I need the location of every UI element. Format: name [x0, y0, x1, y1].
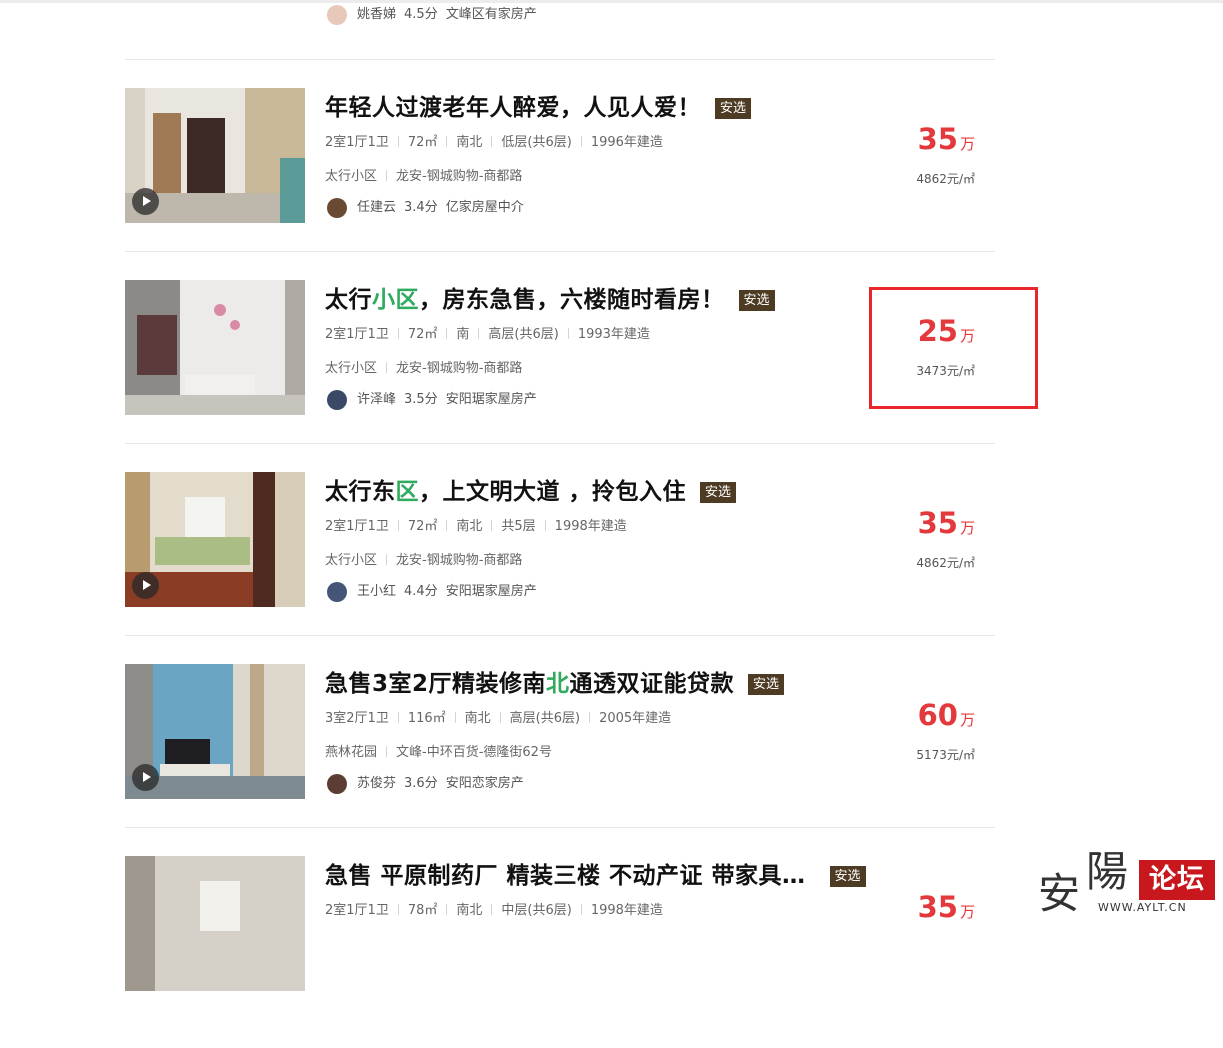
listing-attributes: 2室1厅1卫 78㎡ 南北 中层(共6层) 1998年建造: [325, 903, 663, 918]
anxuan-badge: 安选: [738, 290, 775, 311]
highlight-box: [869, 287, 1038, 409]
listing-attributes: 2室1厅1卫 72㎡ 南北 共5层 1998年建造: [325, 519, 627, 534]
divider: [125, 59, 995, 60]
community-link[interactable]: 太行小区: [325, 553, 377, 568]
unit-price: 4862元/㎡: [916, 556, 975, 570]
agent-name[interactable]: 姚香娣: [357, 7, 396, 22]
divider: [125, 251, 995, 252]
listing-photo[interactable]: [125, 472, 305, 607]
agent-info: 姚香娣 4.5分 文峰区有家房产: [327, 3, 537, 25]
agency-name[interactable]: 安阳恋家房产: [446, 776, 524, 791]
community-link[interactable]: 太行小区: [325, 361, 377, 376]
agency-name[interactable]: 安阳琚家屋房产: [446, 584, 537, 599]
agent-avatar: [327, 389, 347, 410]
total-price: 35 万: [917, 506, 975, 540]
agent-avatar: [327, 197, 347, 218]
listing-title[interactable]: 太行东区，上文明大道 ，拎包入住 安选: [325, 472, 737, 506]
divider: [125, 443, 995, 444]
anxuan-badge: 安选: [700, 482, 737, 503]
area-link[interactable]: 龙安-钢城购物-商都路: [396, 361, 522, 376]
agent-score: 3.5分: [404, 392, 438, 407]
listing-title[interactable]: 年轻人过渡老年人醉爱，人见人爱！ 安选: [325, 88, 752, 122]
anxuan-badge: 安选: [829, 866, 866, 887]
listing-photo[interactable]: [125, 280, 305, 415]
listing-location: 太行小区 龙安-钢城购物-商都路: [325, 165, 522, 184]
agent-score: 4.5分: [404, 7, 438, 22]
listing-title[interactable]: 急售 平原制药厂 精装三楼 不动产证 带家具… 安选: [325, 856, 866, 890]
agent-avatar: [327, 773, 347, 794]
listing-photo[interactable]: [125, 856, 305, 991]
area-link[interactable]: 文峰-中环百货-德隆街62号: [396, 745, 552, 760]
agency-name[interactable]: 文峰区有家房产: [446, 7, 537, 22]
agent-score: 3.6分: [404, 776, 438, 791]
listing-attributes: 2室1厅1卫 72㎡ 南北 低层(共6层) 1996年建造: [325, 135, 663, 150]
watermark-forum-box: 论坛: [1139, 860, 1215, 900]
watermark-url: WWW.AYLT.CN: [1098, 901, 1187, 914]
listing-title[interactable]: 急售3室2厅精装修南北通透双证能贷款 安选: [325, 664, 785, 698]
total-price: 35 万: [917, 122, 975, 156]
agent-score: 3.4分: [404, 200, 438, 215]
anxuan-badge: 安选: [748, 674, 785, 695]
agent-avatar: [327, 4, 347, 25]
listing-card[interactable]: 急售 平原制药厂 精装三楼 不动产证 带家具… 安选 2室1厅1卫 78㎡ 南北 中层(…: [125, 856, 995, 1048]
divider: [125, 635, 995, 636]
listing-card[interactable]: 姚香娣 4.5分 文峰区有家房产: [125, 0, 995, 30]
unit-price: 5173元/㎡: [916, 748, 975, 762]
watermark-char-an: 安: [1038, 869, 1081, 918]
listing-attributes: 2室1厅1卫 72㎡南高层(共6层) 1993年建造: [325, 327, 650, 342]
agent-name[interactable]: 苏俊芬: [357, 776, 396, 791]
area-link[interactable]: 龙安-钢城购物-商都路: [396, 553, 522, 568]
community-link[interactable]: 燕林花园: [325, 745, 377, 760]
anxuan-badge: 安选: [715, 98, 752, 119]
agent-name[interactable]: 任建云: [357, 200, 396, 215]
listing-photo[interactable]: [125, 664, 305, 799]
area-link[interactable]: 龙安-钢城购物-商都路: [396, 169, 522, 184]
forum-watermark-logo: 安 陽 论坛 WWW.AYLT.CN: [1034, 842, 1223, 918]
agent-score: 4.4分: [404, 584, 438, 599]
listing-location: 太行小区 龙安-钢城购物-商都路: [325, 549, 522, 568]
listing-location: 太行小区 龙安-钢城购物-商都路: [325, 357, 522, 376]
listing-title[interactable]: 太行小区，房东急售，六楼随时看房！ 安选: [325, 280, 775, 314]
divider: [125, 827, 995, 828]
total-price: 35 万: [917, 890, 975, 924]
listing-photo[interactable]: [125, 88, 305, 223]
community-link[interactable]: 太行小区: [325, 169, 377, 184]
agent-info: 苏俊芬 3.6分 安阳恋家房产: [327, 772, 524, 794]
listing-location: 燕林花园 文峰-中环百货-德隆街62号: [325, 741, 552, 760]
video-play-icon[interactable]: [132, 572, 159, 599]
agent-info: 任建云 3.4分 亿家房屋中介: [327, 196, 524, 218]
watermark-char-yang: 陽: [1086, 847, 1129, 896]
unit-price: 4862元/㎡: [916, 172, 975, 186]
video-play-icon[interactable]: [132, 188, 159, 215]
agent-avatar: [327, 581, 347, 602]
agent-info: 王小红 4.4分 安阳琚家屋房产: [327, 580, 537, 602]
agency-name[interactable]: 安阳琚家屋房产: [446, 392, 537, 407]
video-play-icon[interactable]: [132, 764, 159, 791]
agency-name[interactable]: 亿家房屋中介: [446, 200, 524, 215]
total-price: 60 万: [917, 698, 975, 732]
agent-info: 许泽峰 3.5分 安阳琚家屋房产: [327, 388, 537, 410]
agent-name[interactable]: 王小红: [357, 584, 396, 599]
agent-name[interactable]: 许泽峰: [357, 392, 396, 407]
listing-attributes: 3室2厅1卫 116㎡ 南北 高层(共6层) 2005年建造: [325, 711, 672, 726]
